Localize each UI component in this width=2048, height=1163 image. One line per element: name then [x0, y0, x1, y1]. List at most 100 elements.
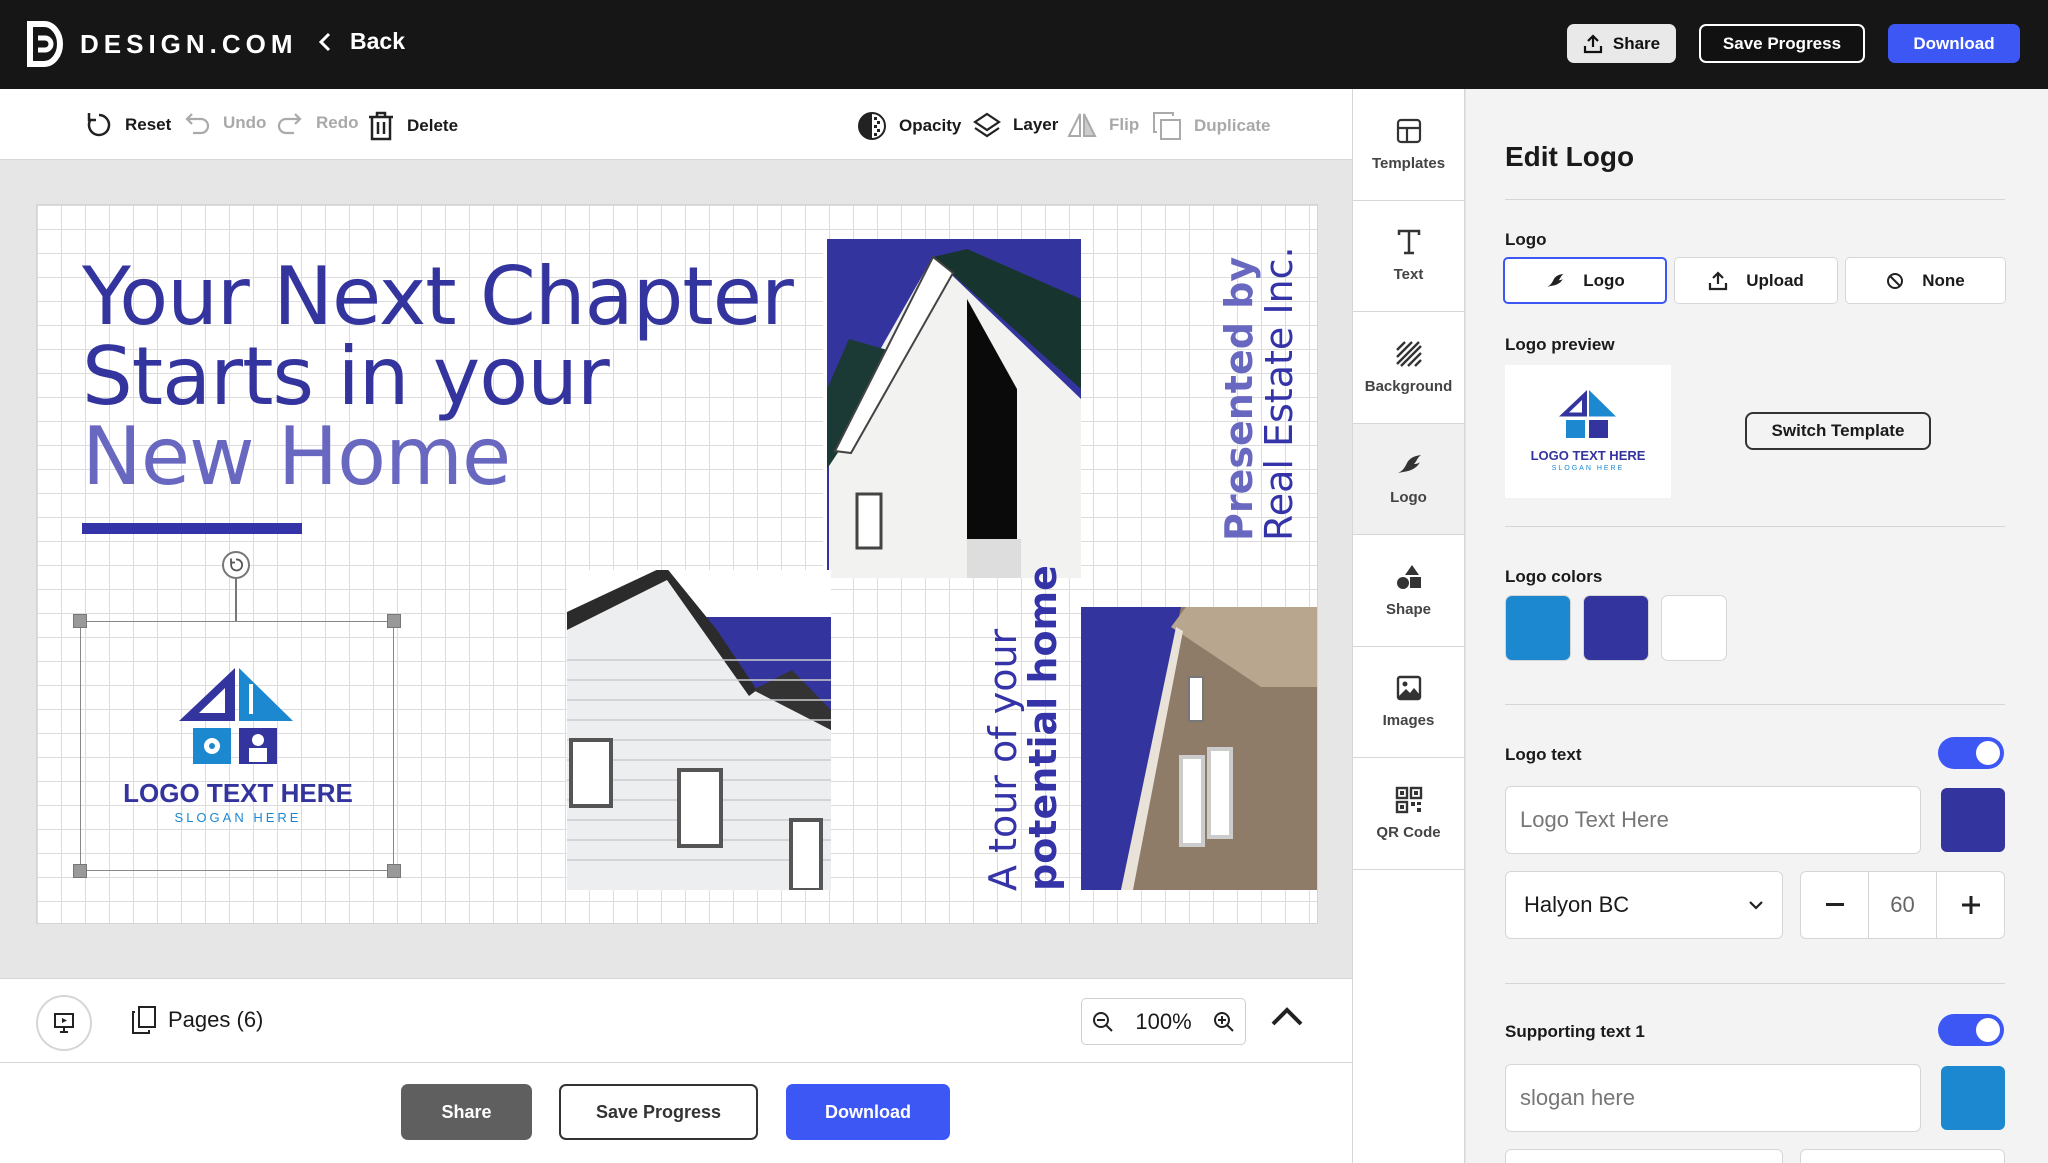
share-button[interactable]: Share: [401, 1084, 532, 1140]
house-photo-left[interactable]: [567, 570, 831, 890]
font-select[interactable]: Halyon BC: [1505, 871, 1783, 939]
brand-name: DESIGN.COM: [80, 28, 298, 59]
logo-text-label: Logo text: [1505, 745, 1582, 764]
logo-text-input[interactable]: Logo Text Here: [1505, 786, 1921, 854]
opacity-label: Opacity: [899, 116, 962, 135]
top-bar: DESIGN.COM Back Share Save Progress Down…: [0, 0, 2048, 89]
delete-label: Delete: [407, 116, 459, 135]
reset-button[interactable]: Reset: [85, 111, 171, 139]
pages-button[interactable]: Pages (6): [130, 1005, 263, 1035]
back-button[interactable]: Back: [318, 28, 405, 55]
presented-text[interactable]: Presented by Real Estate Inc.: [1217, 246, 1301, 541]
tab-background[interactable]: Background: [1353, 312, 1464, 424]
supporting-text-color-picker[interactable]: [1941, 1066, 2005, 1130]
logo-preview: LOGO TEXT HERE SLOGAN HERE: [1505, 365, 1671, 498]
undo-icon: [185, 113, 210, 135]
zoom-out-icon[interactable]: [1092, 1011, 1114, 1033]
canvas-area: Your Next Chapter Starts in your New Hom…: [0, 160, 1352, 978]
tab-shape[interactable]: Shape: [1353, 535, 1464, 647]
logo-option-upload[interactable]: Upload: [1674, 257, 1838, 304]
tab-images[interactable]: Images: [1353, 647, 1464, 758]
upload-icon: [1709, 270, 1728, 290]
delete-button[interactable]: Delete: [367, 111, 458, 141]
present-button[interactable]: [36, 995, 92, 1051]
zoom-in-icon[interactable]: [1213, 1011, 1235, 1033]
supporting-size-stepper[interactable]: [1800, 1149, 2005, 1163]
logo-color-swatch-2[interactable]: [1583, 595, 1649, 661]
logo-color-swatch-3[interactable]: [1661, 595, 1727, 661]
supporting-text-input[interactable]: slogan here: [1505, 1064, 1921, 1132]
side-tabs: Templates Text Background Logo Shape Ima…: [1352, 89, 1465, 1163]
pages-icon: [132, 1006, 156, 1034]
tab-logo[interactable]: Logo: [1353, 423, 1464, 535]
logo-selection-box[interactable]: LOGO TEXT HERE SLOGAN HERE: [73, 614, 401, 878]
switch-template-button[interactable]: Switch Template: [1745, 412, 1931, 450]
tab-templates-label: Templates: [1371, 154, 1446, 172]
download-button[interactable]: Download: [786, 1084, 950, 1140]
headline-underline[interactable]: [82, 523, 302, 534]
pattern-icon: [1395, 340, 1422, 367]
duplicate-label: Duplicate: [1194, 116, 1271, 135]
increase-size-button[interactable]: [1937, 872, 2004, 938]
design-canvas[interactable]: Your Next Chapter Starts in your New Hom…: [36, 204, 1318, 924]
house-photo-top[interactable]: [827, 239, 1081, 578]
minus-icon: [1825, 903, 1844, 906]
rotate-handle[interactable]: [222, 551, 250, 579]
redo-button[interactable]: Redo: [276, 111, 359, 135]
supporting-text-toggle[interactable]: [1938, 1014, 2004, 1046]
font-size-value[interactable]: 60: [1868, 872, 1937, 938]
logo-text-color-picker[interactable]: [1941, 788, 2005, 852]
house-photo-right[interactable]: [1081, 607, 1317, 890]
logo-text-toggle[interactable]: [1938, 737, 2004, 769]
logo-color-swatch-1[interactable]: [1505, 595, 1571, 661]
flip-icon: [1067, 113, 1097, 137]
logo-option-none[interactable]: None: [1845, 257, 2006, 304]
opacity-icon: [858, 112, 886, 140]
logo-icon: [1397, 455, 1421, 474]
headline-line-1: Your Next Chapter: [82, 250, 794, 343]
tab-text[interactable]: Text: [1353, 201, 1464, 312]
text-icon: [1397, 230, 1420, 255]
resize-handle-br[interactable]: [387, 864, 401, 878]
house-image: [567, 570, 831, 890]
supporting-font-select[interactable]: [1505, 1149, 1783, 1163]
divider: [1505, 983, 2005, 984]
layout-icon: [1396, 118, 1421, 143]
house-logo-icon: [179, 668, 293, 764]
header-share-button[interactable]: Share: [1567, 24, 1676, 63]
resize-handle-tl[interactable]: [73, 614, 87, 628]
plus-icon: [1961, 896, 1980, 914]
flip-button[interactable]: Flip: [1067, 111, 1139, 139]
headline[interactable]: Your Next Chapter Starts in your New Hom…: [82, 250, 794, 497]
opacity-button[interactable]: Opacity: [857, 111, 961, 141]
house-image: [1121, 607, 1317, 890]
tab-templates[interactable]: Templates: [1353, 89, 1464, 201]
logo-colors-label: Logo colors: [1505, 567, 1603, 586]
tab-text-label: Text: [1393, 266, 1424, 284]
layer-button[interactable]: Layer: [973, 111, 1058, 139]
decrease-size-button[interactable]: [1801, 872, 1868, 938]
resize-handle-tr[interactable]: [387, 614, 401, 628]
expand-pages-button[interactable]: [1270, 1005, 1304, 1032]
tab-qr-code[interactable]: QR Code: [1353, 758, 1464, 870]
header-save-progress-button[interactable]: Save Progress: [1699, 24, 1865, 63]
panel-title: Edit Logo: [1505, 141, 1635, 172]
trash-icon: [369, 111, 393, 141]
tab-shape-label: Shape: [1385, 600, 1431, 618]
header-download-button[interactable]: Download: [1888, 24, 2020, 63]
logo-option-logo[interactable]: Logo: [1503, 257, 1667, 304]
redo-icon: [277, 113, 302, 135]
resize-handle-bl[interactable]: [73, 864, 87, 878]
undo-button[interactable]: Undo: [183, 111, 266, 135]
rotate-connector: [235, 579, 237, 621]
save-progress-button[interactable]: Save Progress: [559, 1084, 758, 1140]
logo-section-label: Logo: [1505, 230, 1547, 249]
tour-text[interactable]: A tour of your potential home: [981, 565, 1065, 891]
duplicate-button[interactable]: Duplicate: [1152, 111, 1271, 141]
brand[interactable]: DESIGN.COM: [26, 20, 298, 68]
rotate-icon: [230, 558, 244, 572]
divider: [1505, 526, 2005, 527]
design-logo-icon: [27, 21, 63, 67]
font-size-stepper: 60: [1800, 871, 2005, 939]
flip-label: Flip: [1109, 115, 1140, 134]
